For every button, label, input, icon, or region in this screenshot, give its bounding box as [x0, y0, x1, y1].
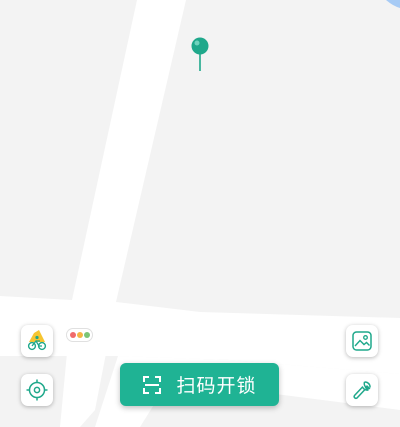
- wrench-icon: [353, 381, 371, 400]
- traffic-yellow-dot: [76, 332, 83, 338]
- locate-target-icon: [26, 379, 48, 401]
- repair-button[interactable]: [346, 374, 378, 406]
- traffic-green-dot: [83, 332, 90, 338]
- scan-unlock-label: 扫码开锁: [176, 375, 257, 397]
- traffic-light-icon[interactable]: [67, 329, 92, 341]
- bike-ride-button[interactable]: [21, 325, 53, 357]
- picture-icon: [352, 331, 372, 351]
- scan-icon: [143, 375, 162, 394]
- traffic-red-dot: [69, 332, 76, 338]
- locate-button[interactable]: [21, 374, 53, 406]
- scan-unlock-button[interactable]: 扫码开锁: [120, 363, 279, 406]
- bike-ride-icon: [27, 330, 47, 351]
- picture-button[interactable]: [346, 325, 378, 357]
